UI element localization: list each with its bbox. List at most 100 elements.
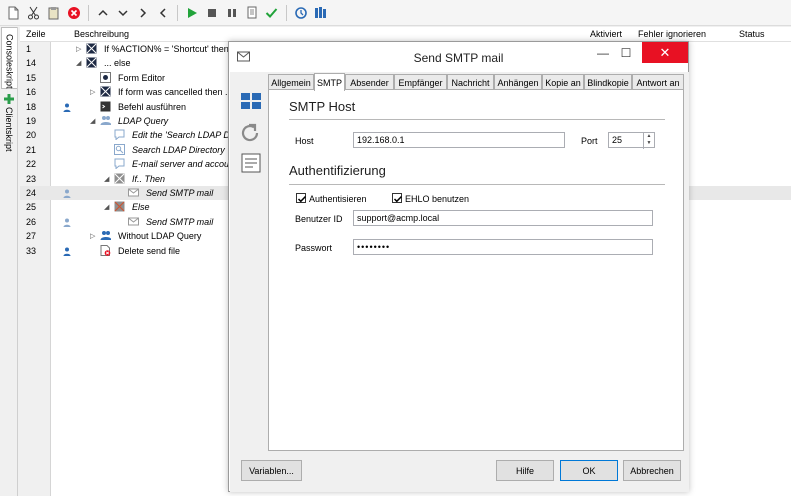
tab-kopie-an[interactable]: Kopie an — [542, 74, 584, 90]
toolbar-separator — [177, 4, 178, 21]
expand-icon[interactable]: ▷ — [76, 45, 81, 53]
user-icon — [63, 189, 71, 198]
delete-icon[interactable] — [64, 3, 83, 22]
tab-nachricht[interactable]: Nachricht — [447, 74, 494, 90]
close-button[interactable]: ✕ — [642, 42, 688, 63]
tab-clientskript[interactable]: Clientskript — [1, 90, 17, 152]
maximize-button[interactable]: ☐ — [617, 45, 635, 61]
row-number: 18 — [26, 101, 37, 112]
form-editor-icon — [100, 71, 111, 83]
row-text: E-mail server and accour — [132, 159, 233, 170]
password-label: Passwort — [295, 243, 333, 253]
user-icon — [63, 247, 71, 256]
cancel-button[interactable]: Abbrechen — [623, 460, 681, 481]
row-number: 23 — [26, 173, 37, 184]
row-number: 26 — [26, 216, 37, 227]
help-button[interactable]: Hilfe — [496, 460, 554, 481]
move-up-icon[interactable] — [93, 3, 112, 22]
dialog-tabs: Allgemein SMTP Absender Empfänger Nachri… — [268, 73, 684, 91]
port-stepper[interactable]: ▲ ▼ — [643, 133, 654, 149]
collapse-icon[interactable]: ◢ — [90, 117, 95, 125]
column-fehler-ignorieren[interactable]: Fehler ignorieren — [638, 29, 706, 39]
dialog-titlebar[interactable]: Send SMTP mail — ☐ ✕ — [229, 42, 688, 72]
user-icon — [63, 103, 71, 112]
paste-icon[interactable] — [44, 3, 63, 22]
dialog-sidebar — [236, 84, 266, 452]
row-number: 22 — [26, 159, 37, 170]
user-id-label: Benutzer ID — [295, 214, 343, 224]
check-icon[interactable] — [262, 3, 281, 22]
tab-absender[interactable]: Absender — [345, 74, 394, 90]
tree-header: Zeile Beschreibung Aktiviert Fehler igno… — [20, 27, 791, 42]
authenticate-checkbox[interactable] — [296, 193, 307, 203]
host-input[interactable]: 192.168.0.1 — [353, 132, 565, 148]
stop-icon[interactable] — [202, 3, 221, 22]
section-divider — [289, 119, 665, 120]
dialog-body: Allgemein SMTP Absender Empfänger Nachri… — [230, 72, 689, 492]
script-icon[interactable] — [242, 3, 261, 22]
undo-icon[interactable] — [240, 122, 262, 144]
tab-allgemein[interactable]: Allgemein — [268, 74, 314, 90]
new-icon[interactable] — [4, 3, 23, 22]
authenticate-label: Authentisieren — [309, 194, 367, 204]
tab-antwort-an[interactable]: Antwort an — [632, 74, 684, 90]
library-icon[interactable] — [311, 3, 330, 22]
if-icon — [100, 86, 111, 97]
row-text: If form was cancelled then ... — [118, 87, 233, 98]
pause-icon[interactable] — [222, 3, 241, 22]
authentication-heading: Authentifizierung — [289, 163, 386, 178]
column-beschreibung[interactable]: Beschreibung — [74, 29, 129, 39]
tab-clientskript-label: Clientskript — [4, 107, 14, 152]
ldap-search-icon — [114, 143, 125, 155]
column-zeile[interactable]: Zeile — [26, 29, 46, 39]
delete-file-icon — [100, 244, 111, 256]
command-icon — [100, 101, 111, 112]
column-aktiviert[interactable]: Aktiviert — [590, 29, 622, 39]
tab-consoleskript[interactable]: Consoleskript — [1, 27, 17, 89]
row-text: Edit the 'Search LDAP Dir — [132, 130, 235, 141]
row-number: 21 — [26, 144, 37, 155]
tab-blindkopie[interactable]: Blindkopie — [584, 74, 632, 90]
toolbar-separator — [286, 4, 287, 21]
password-input[interactable]: •••••••• — [353, 239, 653, 255]
collapse-icon[interactable]: ◢ — [104, 203, 109, 211]
expand-icon[interactable]: ▷ — [90, 232, 95, 240]
variables-button[interactable]: Variablen... — [241, 460, 302, 481]
green-plus-icon — [4, 94, 14, 104]
tab-smtp[interactable]: SMTP — [314, 73, 345, 91]
toolbar — [0, 0, 791, 26]
ldap-users-icon — [100, 116, 111, 125]
ehlo-label: EHLO benutzen — [405, 194, 470, 204]
cut-icon[interactable] — [24, 3, 43, 22]
tab-empfaenger[interactable]: Empfänger — [394, 74, 447, 90]
collapse-icon[interactable]: ◢ — [104, 175, 109, 183]
minimize-button[interactable]: — — [594, 45, 612, 61]
row-text: LDAP Query — [118, 116, 169, 126]
notes-icon[interactable] — [240, 152, 262, 174]
row-text: Send SMTP mail — [146, 188, 214, 198]
if-icon — [86, 43, 97, 54]
expand-icon[interactable]: ▷ — [90, 88, 95, 96]
tab-anhaengen[interactable]: Anhängen — [494, 74, 542, 90]
collapse-icon[interactable]: ◢ — [76, 59, 81, 67]
row-number: 1 — [26, 44, 32, 54]
stepper-up-icon[interactable]: ▲ — [644, 133, 654, 140]
move-down-icon[interactable] — [113, 3, 132, 22]
smtp-host-heading: SMTP Host — [289, 99, 356, 114]
ok-button[interactable]: OK — [560, 460, 618, 481]
row-number: 16 — [26, 87, 37, 98]
comment-icon — [114, 158, 125, 170]
row-text: Search LDAP Directory — [132, 144, 225, 155]
stepper-down-icon[interactable]: ▼ — [644, 140, 654, 147]
grid-icon[interactable] — [240, 90, 262, 112]
row-number: 33 — [26, 245, 37, 256]
indent-icon[interactable] — [133, 3, 152, 22]
port-input[interactable]: 25 ▲ ▼ — [608, 132, 655, 149]
outdent-icon[interactable] — [153, 3, 172, 22]
column-status[interactable]: Status — [739, 29, 765, 39]
else-icon — [114, 201, 125, 212]
user-id-input[interactable]: support@acmp.local — [353, 210, 653, 226]
sync-icon[interactable] — [291, 3, 310, 22]
ehlo-checkbox[interactable] — [392, 193, 403, 203]
play-icon[interactable] — [182, 3, 201, 22]
